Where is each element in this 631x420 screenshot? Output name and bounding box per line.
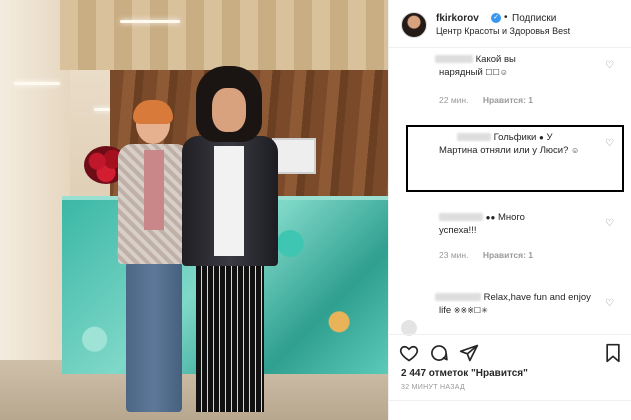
ceiling-light [120,20,180,23]
comment: Какой вы нарядный ☐☐☺ [399,53,614,79]
emoji: ※※※☐✳ [453,306,488,315]
add-comment-area[interactable] [389,400,631,420]
share-icon[interactable] [459,343,479,363]
follow-status-button[interactable]: Подписки [512,13,556,24]
separator-dot: • [504,12,508,23]
heart-icon[interactable] [399,343,419,363]
heart-icon[interactable]: ♡ [605,60,614,71]
blurred-username [435,55,473,64]
post-timestamp[interactable]: 32 МИНУТ НАЗАД [401,384,465,391]
highlight-box [406,125,624,192]
heart-icon[interactable]: ♡ [605,298,614,309]
username-link[interactable]: fkirkorov [436,13,479,24]
comment-meta: 22 мин. Нравится: 1 [439,95,533,105]
comment-icon[interactable] [429,343,449,363]
person-woman [118,100,190,420]
comment-time[interactable]: 22 мин. [439,95,468,105]
monitor [272,138,316,174]
ceiling [60,0,388,70]
comment: ●● Много успеха!!! [399,211,614,237]
comment-likes[interactable]: Нравится: 1 [483,250,533,260]
comment-text: успеха!!! [439,225,477,236]
person-man [182,66,278,420]
heart-icon[interactable]: ♡ [605,218,614,229]
avatar[interactable] [401,12,427,38]
comment-text: life [439,305,452,316]
comment-meta: 23 мин. Нравится: 1 [439,250,533,260]
emoji: ☐☐☺ [485,68,508,77]
blurred-username [435,293,481,302]
post-header: fkirkorov ✓ • Подписки Центр Красоты и З… [389,0,631,48]
comment-text: Relax,have fun and enjoy [483,292,591,303]
comment-time[interactable]: 23 мин. [439,250,468,260]
blurred-username [439,213,483,222]
likes-count[interactable]: 2 447 отметок "Нравится" [401,368,528,379]
verified-icon: ✓ [491,13,501,23]
post-photo[interactable] [0,0,388,420]
post-sidebar: fkirkorov ✓ • Подписки Центр Красоты и З… [388,0,631,420]
comment-text: Много [497,212,525,223]
comment-text: Какой вы [475,54,516,65]
location-link[interactable]: Центр Красоты и Здоровья Best [436,26,570,36]
comment-likes[interactable]: Нравится: 1 [483,95,533,105]
bookmark-icon[interactable] [603,343,623,363]
emoji: ●● [485,213,496,222]
ceiling-light [14,82,60,85]
comment: Relax,have fun and enjoy life ※※※☐✳ [399,291,614,317]
comment-text: нарядный [439,67,483,78]
